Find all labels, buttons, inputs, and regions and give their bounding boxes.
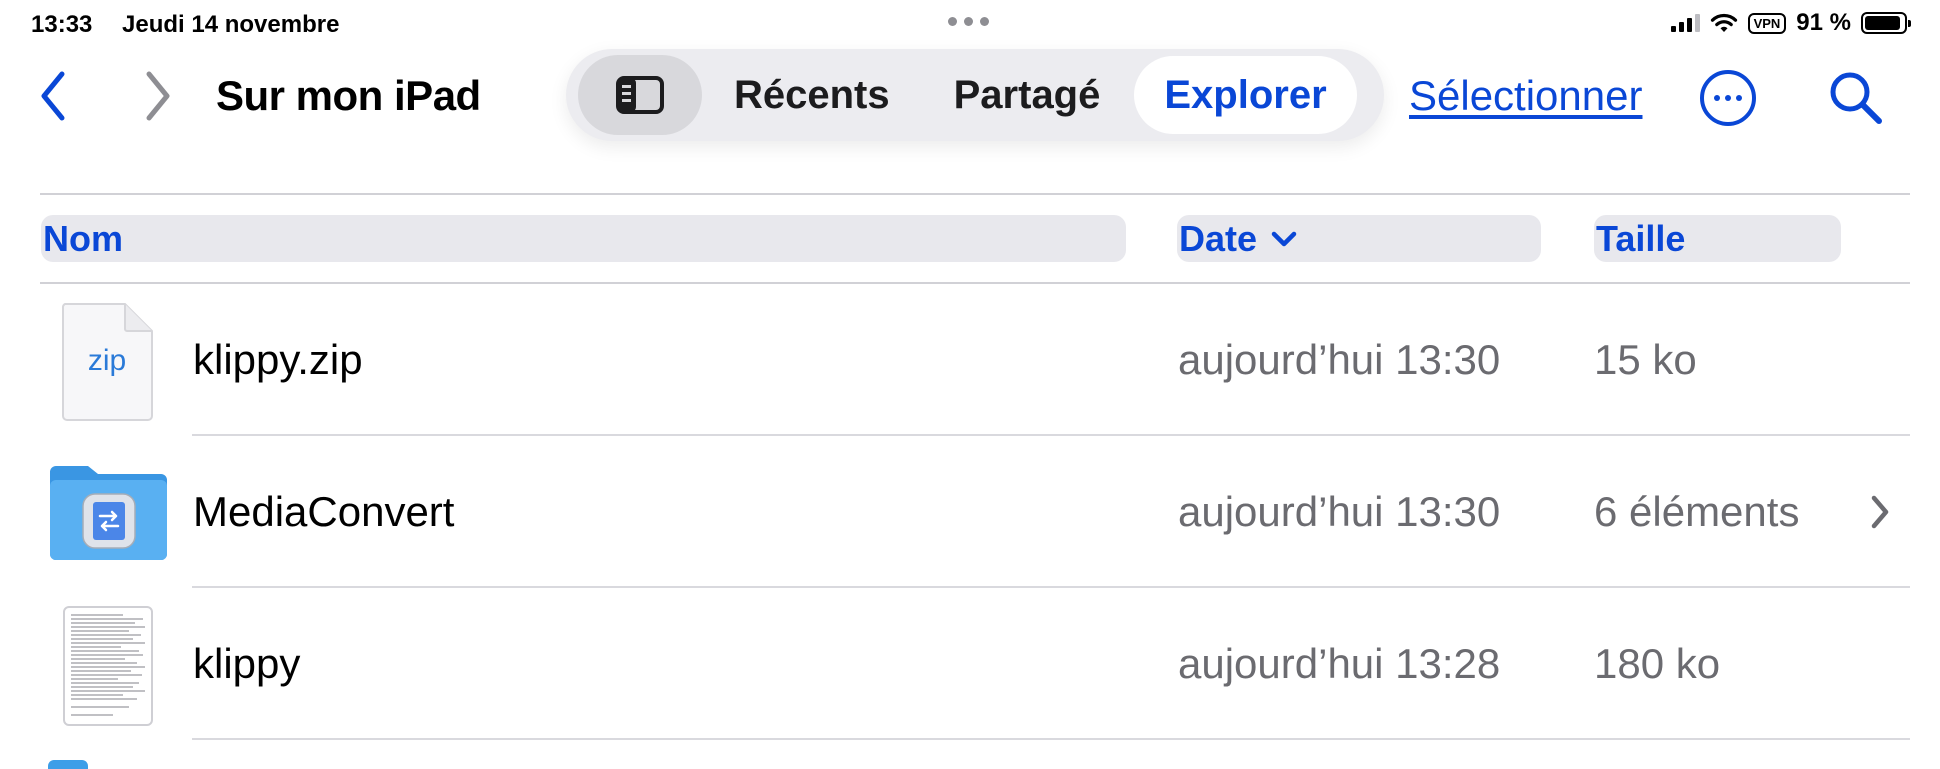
forward-button[interactable] — [143, 68, 183, 124]
column-header-name-label: Nom — [43, 217, 123, 259]
chevron-right-icon — [146, 71, 170, 121]
multitasking-dots-icon[interactable] — [948, 17, 989, 26]
search-icon — [1830, 72, 1882, 124]
tab-recents[interactable]: Récents — [702, 56, 922, 134]
status-bar: 13:33 Jeudi 14 novembre VPN 91 % — [0, 0, 1940, 46]
tab-shared[interactable]: Partagé — [922, 56, 1133, 134]
column-header-date-label: Date — [1179, 217, 1258, 259]
back-button[interactable] — [38, 68, 78, 124]
column-header-name[interactable]: Nom — [41, 215, 1126, 262]
file-date: aujourd’hui 13:30 — [1178, 336, 1501, 383]
wifi-icon — [1710, 13, 1737, 32]
file-row-mediaconvert[interactable]: MediaConvert aujourd’hui 13:30 6 élément… — [0, 436, 1940, 588]
divider — [40, 193, 1910, 195]
chevron-right-icon — [1871, 495, 1889, 529]
file-name: klippy — [193, 640, 301, 687]
file-row-klippy[interactable]: klippy aujourd’hui 13:28 180 ko — [0, 588, 1940, 740]
file-row-klippy-zip[interactable]: zip klippy.zip aujourd’hui 13:30 15 ko — [0, 284, 1940, 436]
status-time: 13:33 — [31, 11, 93, 38]
document-icon — [63, 606, 153, 726]
battery-percentage: 91 % — [1796, 9, 1851, 36]
view-segmented-control: Récents Partagé Explorer — [566, 49, 1384, 141]
file-date: aujourd’hui 13:30 — [1178, 488, 1501, 535]
zip-icon-label: zip — [88, 344, 126, 377]
file-name: MediaConvert — [193, 488, 455, 535]
divider — [192, 738, 1910, 740]
chevron-down-icon — [1271, 231, 1297, 246]
page-title: Sur mon iPad — [216, 72, 481, 119]
tab-browse[interactable]: Explorer — [1134, 56, 1357, 134]
sidebar-toggle-button[interactable] — [578, 55, 702, 135]
battery-icon — [1861, 12, 1911, 34]
chevron-left-icon — [41, 71, 65, 121]
select-button[interactable]: Sélectionner — [1409, 72, 1642, 120]
column-header-size-label: Taille — [1596, 217, 1686, 259]
more-options-button[interactable] — [1700, 70, 1756, 126]
folder-icon — [48, 760, 88, 769]
file-size: 15 ko — [1594, 336, 1697, 383]
ellipsis-icon — [1714, 95, 1720, 101]
search-button[interactable] — [1826, 68, 1886, 128]
column-header-size[interactable]: Taille — [1594, 215, 1841, 262]
file-date: aujourd’hui 13:28 — [1178, 640, 1501, 687]
file-size: 180 ko — [1594, 640, 1721, 687]
folder-icon — [50, 466, 167, 560]
cellular-signal-icon — [1670, 14, 1700, 32]
status-date: Jeudi 14 novembre — [122, 11, 340, 38]
zip-file-icon: zip — [61, 303, 153, 421]
column-header-date[interactable]: Date — [1177, 215, 1541, 262]
status-indicators: VPN 91 % — [1670, 9, 1911, 37]
sidebar-icon — [616, 76, 664, 114]
vpn-badge: VPN — [1747, 12, 1787, 34]
file-name: klippy.zip — [193, 336, 363, 383]
file-size: 6 éléments — [1594, 488, 1800, 535]
